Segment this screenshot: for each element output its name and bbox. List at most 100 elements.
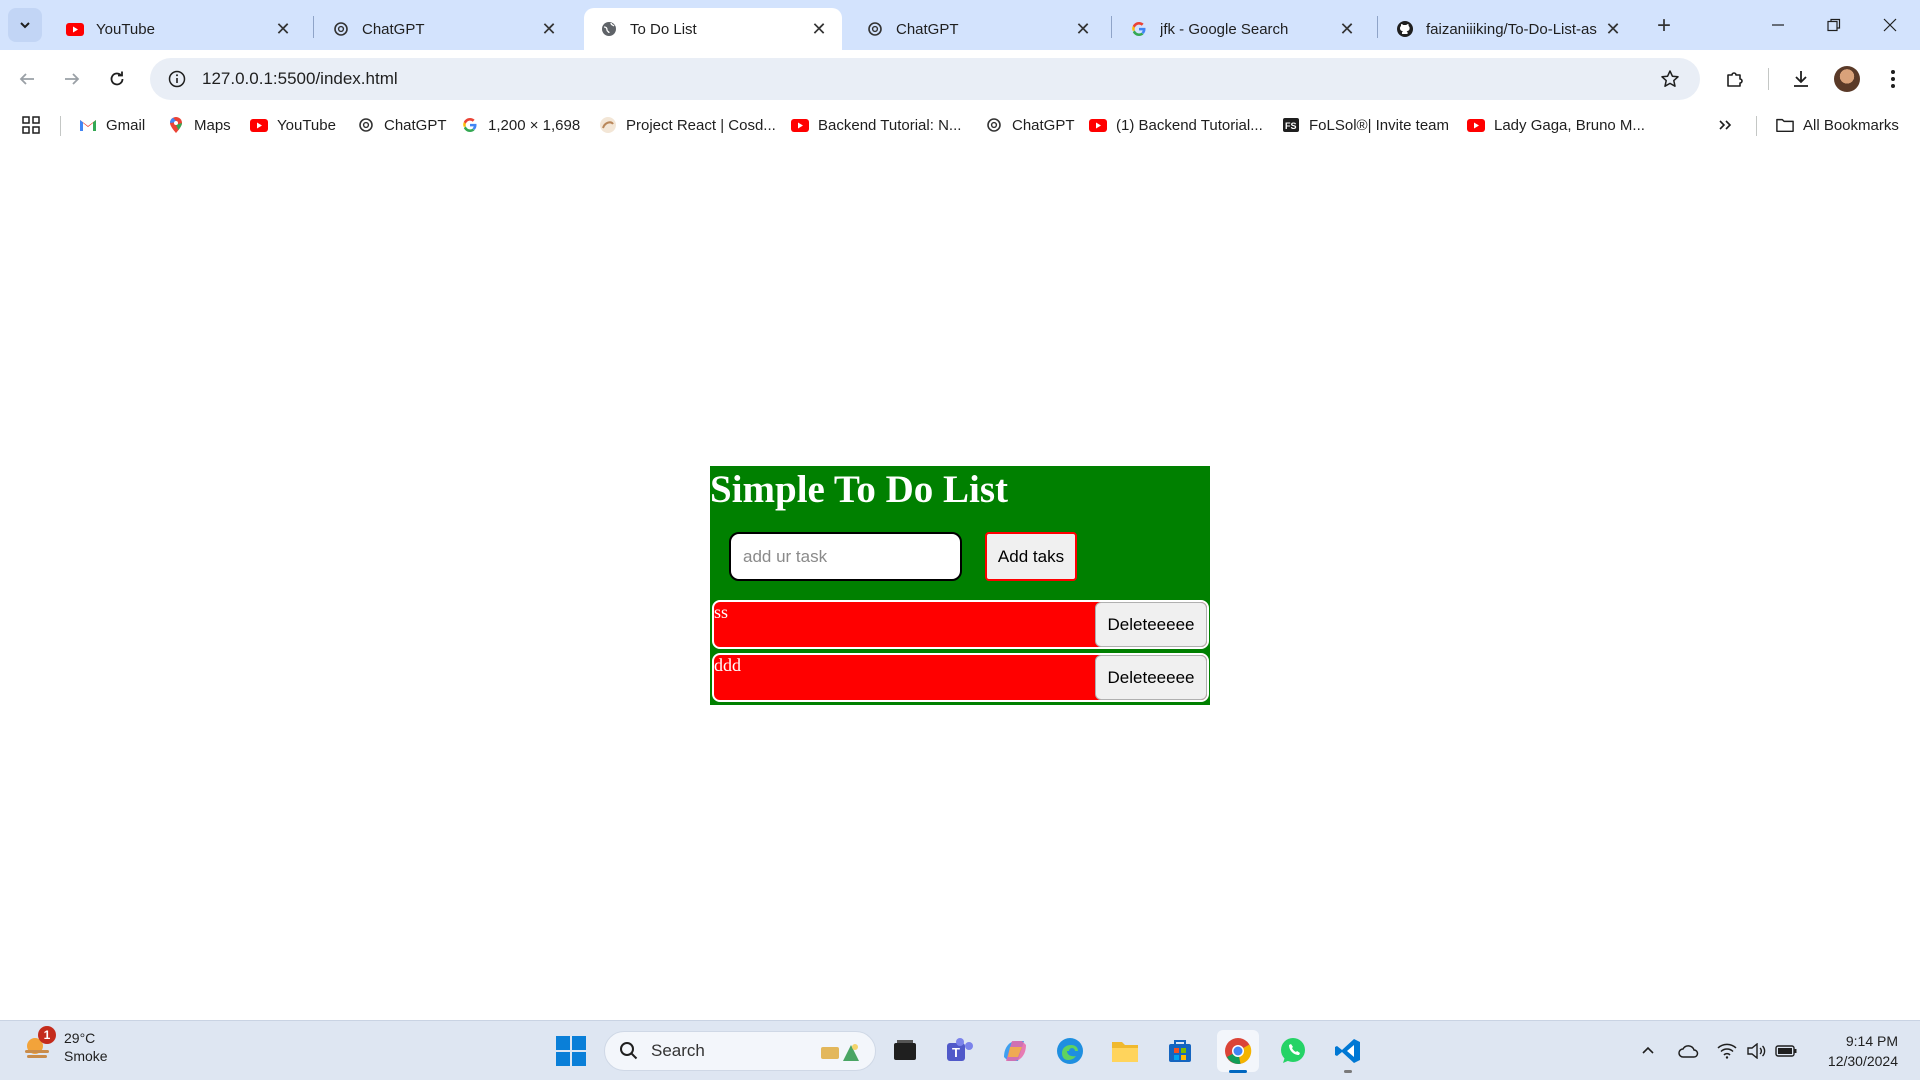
apps-grid-icon xyxy=(22,116,40,134)
windows-logo-icon xyxy=(556,1036,570,1050)
chatgpt-icon xyxy=(866,20,884,38)
bookmark-folsol[interactable]: FS FoLSol®| Invite team xyxy=(1282,112,1449,138)
tab-search-button[interactable] xyxy=(8,8,42,42)
taskbar-app-chrome[interactable] xyxy=(1217,1030,1259,1073)
taskbar-app-teams[interactable]: T xyxy=(939,1030,981,1072)
menu-button[interactable] xyxy=(1876,62,1910,96)
svg-text:FS: FS xyxy=(1285,121,1297,131)
taskbar-app-whatsapp[interactable] xyxy=(1272,1030,1314,1072)
search-highlight-icon xyxy=(821,1044,859,1061)
all-bookmarks-button[interactable]: All Bookmarks xyxy=(1776,112,1899,138)
weather-description: Smoke xyxy=(64,1048,108,1064)
bookmark-maps[interactable]: Maps xyxy=(167,112,231,138)
tab-title: YouTube xyxy=(96,20,155,38)
bookmark-label: 1,200 × 1,698 xyxy=(488,116,581,134)
taskbar-app-task-view[interactable] xyxy=(884,1030,926,1072)
start-button[interactable] xyxy=(556,1036,586,1066)
extensions-button[interactable] xyxy=(1718,62,1752,96)
close-icon[interactable]: ✕ xyxy=(1602,18,1624,40)
bookmark-chatgpt-2[interactable]: ChatGPT xyxy=(985,112,1075,138)
back-button[interactable] xyxy=(10,62,44,96)
globe-icon xyxy=(600,20,618,38)
add-task-button[interactable]: Add taks xyxy=(985,532,1077,581)
tab-to-do-list[interactable]: To Do List ✕ xyxy=(584,8,842,50)
browser-toolbar: 127.0.0.1:5500/index.html xyxy=(0,50,1920,106)
tab-google-search[interactable]: jfk - Google Search ✕ xyxy=(1114,8,1370,50)
chatgpt-icon xyxy=(357,116,375,134)
delete-task-button[interactable]: Deleteeeee xyxy=(1095,602,1207,647)
bookmark-youtube[interactable]: YouTube xyxy=(250,112,336,138)
bookmark-google-image[interactable]: 1,200 × 1,698 xyxy=(461,112,580,138)
search-icon xyxy=(620,1042,638,1060)
task-input[interactable] xyxy=(729,532,962,581)
copilot-icon xyxy=(1004,1041,1026,1061)
reload-button[interactable] xyxy=(100,62,134,96)
tab-github[interactable]: faizaniiiking/To-Do-List-as ✕ xyxy=(1380,8,1636,50)
taskbar-search[interactable]: Search xyxy=(604,1031,876,1071)
bookmark-backend-tutorial[interactable]: Backend Tutorial: N... xyxy=(791,112,961,138)
wifi-icon xyxy=(1717,1043,1737,1059)
folder-icon xyxy=(1776,116,1794,134)
all-bookmarks-label: All Bookmarks xyxy=(1803,116,1899,134)
show-hidden-icons-button[interactable] xyxy=(1636,1039,1660,1063)
bookmark-lady-gaga[interactable]: Lady Gaga, Bruno M... xyxy=(1467,112,1645,138)
bookmark-label: Backend Tutorial: N... xyxy=(818,116,962,134)
close-icon[interactable]: ✕ xyxy=(808,18,830,40)
downloads-button[interactable] xyxy=(1784,62,1818,96)
forward-button[interactable] xyxy=(55,62,89,96)
bookmark-label: FoLSol®| Invite team xyxy=(1309,116,1450,134)
puzzle-icon xyxy=(1727,72,1743,87)
bookmark-project-react[interactable]: Project React | Cosd... xyxy=(599,112,776,138)
bookmark-star-icon[interactable] xyxy=(1650,69,1690,89)
new-tab-button[interactable]: + xyxy=(1650,12,1678,40)
chevron-double-right-icon xyxy=(1719,120,1732,130)
bookmark-separator xyxy=(60,116,61,136)
tab-chatgpt[interactable]: ChatGPT ✕ xyxy=(316,8,572,50)
more-bookmarks-button[interactable] xyxy=(1718,112,1732,138)
store-icon xyxy=(1169,1040,1191,1062)
task-item: ddd Deleteeeee xyxy=(712,653,1209,702)
maps-icon xyxy=(167,116,185,134)
tab-chatgpt-2[interactable]: ChatGPT ✕ xyxy=(850,8,1106,50)
taskbar-app-file-explorer[interactable] xyxy=(1104,1030,1146,1072)
weather-widget[interactable]: 1 29°C Smoke xyxy=(22,1026,108,1065)
speaker-icon xyxy=(1747,1043,1766,1059)
site-info-icon[interactable] xyxy=(156,70,198,88)
bookmark-backend-tutorial-2[interactable]: (1) Backend Tutorial... xyxy=(1089,112,1263,138)
tab-separator xyxy=(1377,16,1378,38)
battery-tray[interactable] xyxy=(1774,1039,1798,1063)
close-icon[interactable]: ✕ xyxy=(538,18,560,40)
tab-title: ChatGPT xyxy=(896,20,959,38)
taskbar-app-edge[interactable] xyxy=(1049,1030,1091,1072)
close-icon[interactable]: ✕ xyxy=(1336,18,1358,40)
taskbar-app-store[interactable] xyxy=(1159,1030,1201,1072)
restore-button[interactable] xyxy=(1806,0,1862,50)
bookmark-chatgpt[interactable]: ChatGPT xyxy=(357,112,447,138)
github-icon xyxy=(1396,20,1414,38)
apps-button[interactable] xyxy=(22,112,40,138)
volume-tray[interactable] xyxy=(1744,1039,1768,1063)
bookmark-gmail[interactable]: Gmail xyxy=(79,112,145,138)
youtube-icon xyxy=(66,20,84,38)
onedrive-tray[interactable] xyxy=(1676,1039,1700,1063)
address-bar[interactable]: 127.0.0.1:5500/index.html xyxy=(150,58,1700,100)
wifi-tray[interactable] xyxy=(1715,1039,1739,1063)
close-icon xyxy=(1883,18,1897,32)
chatgpt-icon xyxy=(985,116,1003,134)
close-icon[interactable]: ✕ xyxy=(272,18,294,40)
url-text[interactable]: 127.0.0.1:5500/index.html xyxy=(202,69,1650,89)
delete-task-button[interactable]: Deleteeeee xyxy=(1095,655,1207,700)
battery-icon xyxy=(1775,1045,1797,1057)
taskbar-clock[interactable]: 9:14 PM 12/30/2024 xyxy=(1828,1031,1898,1071)
tab-title: jfk - Google Search xyxy=(1160,20,1289,38)
close-window-button[interactable] xyxy=(1862,0,1918,50)
tab-youtube[interactable]: YouTube ✕ xyxy=(50,8,306,50)
minimize-icon xyxy=(1772,24,1784,26)
profile-button[interactable] xyxy=(1830,62,1864,96)
taskbar-app-vscode[interactable] xyxy=(1327,1030,1369,1073)
minimize-button[interactable] xyxy=(1750,0,1806,50)
close-icon[interactable]: ✕ xyxy=(1072,18,1094,40)
cloud-icon xyxy=(1678,1045,1699,1058)
google-icon xyxy=(1130,20,1148,38)
taskbar-app-copilot[interactable] xyxy=(994,1030,1036,1072)
